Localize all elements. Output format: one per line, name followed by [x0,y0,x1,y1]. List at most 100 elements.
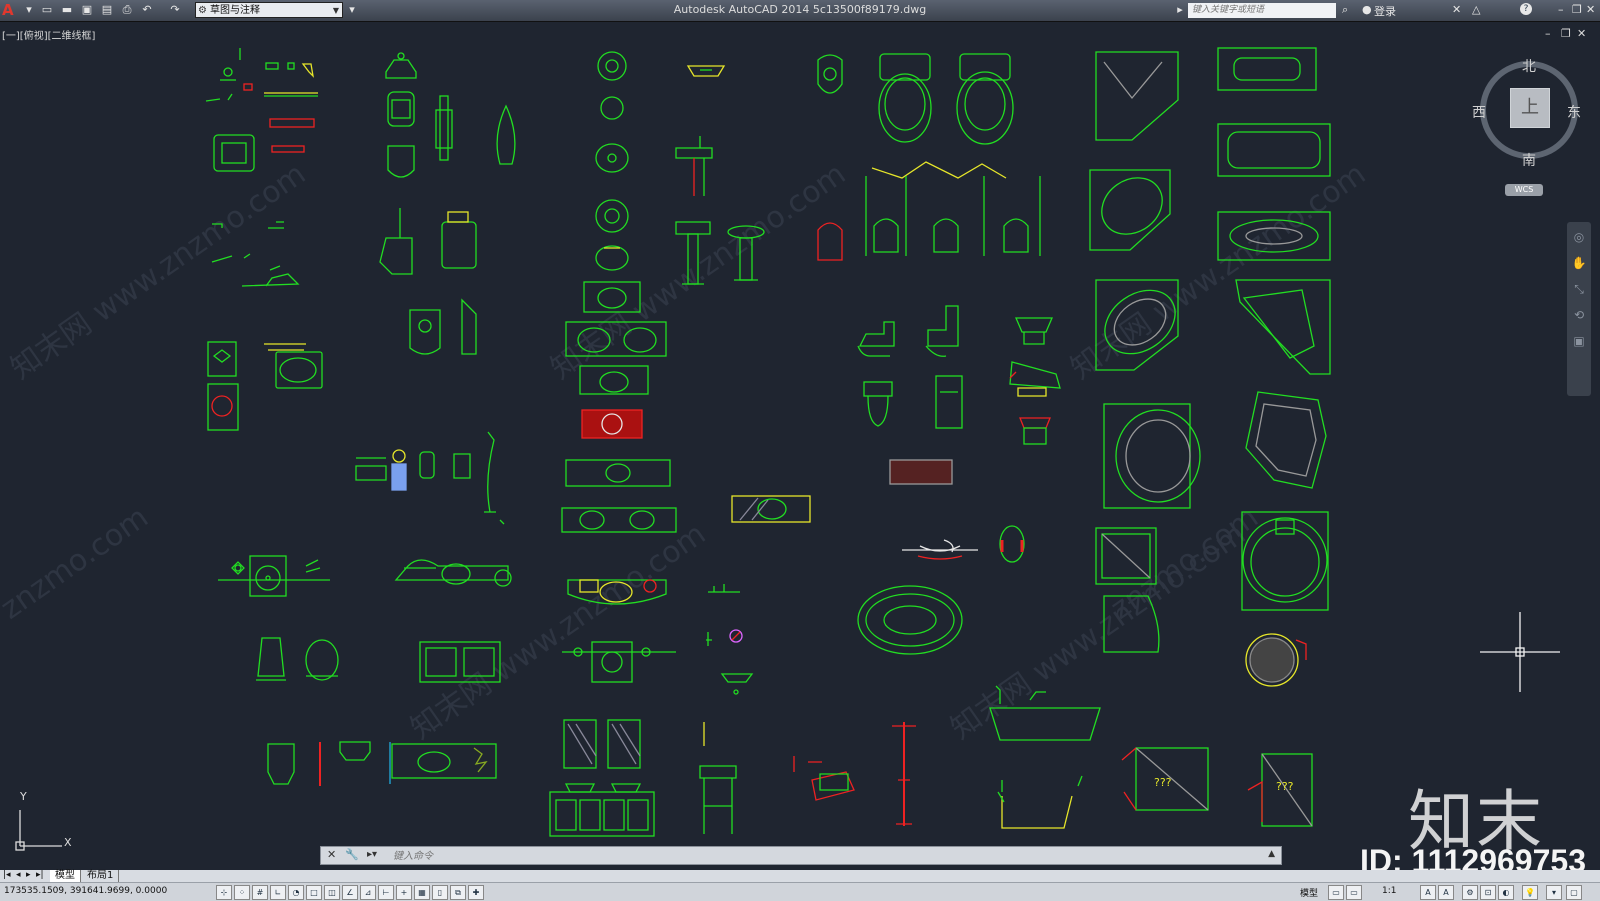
drawing-restore-icon[interactable]: ❐ [1561,27,1571,40]
ucs-icon [15,810,62,851]
bathtub-group[interactable] [989,47,1331,829]
sink-vanity-group[interactable] [549,51,677,837]
plot-icon[interactable]: ⎙ [120,3,134,17]
selection-cycling-icon[interactable]: ⧉ [450,885,466,900]
drawing-canvas[interactable]: 知末网 www.znzmo.com 知末网 www.znzmo.com 知末网 … [0,22,1600,870]
compass-west[interactable]: 西 [1472,102,1486,122]
minimize-window-icon[interactable]: – [1558,3,1564,16]
annotation-monitor-icon[interactable]: ✚ [468,885,484,900]
steering-wheel-icon[interactable]: ◎ [1567,226,1591,248]
infer-constraints-icon[interactable]: ⊹ [216,885,232,900]
workspace-label: 草图与注释 [210,5,260,16]
quick-view-drawings-icon[interactable]: ▭ [1346,885,1362,900]
watermark-text: 知末网 www.znzmo.com [5,157,313,387]
app-menu-arrow-icon[interactable]: ▾ [22,3,36,17]
login-link[interactable]: 登录 [1374,3,1396,19]
3d-object-snap-icon[interactable]: ◫ [324,885,340,900]
status-bar: 173535.1509, 391641.9699, 0.0000 ⊹ ⁘ # ∟… [0,882,1600,901]
save-as-icon[interactable]: ▤ [100,3,114,17]
pan-icon[interactable]: ✋ [1567,252,1591,274]
recent-commands-icon[interactable]: ▸▾ [367,849,377,860]
first-tab-icon[interactable]: |◂ [3,870,11,880]
viewcube[interactable]: 北 南 西 东 上 WCS [1472,56,1581,198]
pedestal-sink-group[interactable] [675,65,811,834]
dynamic-input-icon[interactable]: ⊢ [378,885,394,900]
svg-text:???: ??? [1276,780,1294,793]
save-icon[interactable]: ▣ [80,3,94,17]
next-tab-icon[interactable]: ▸ [26,870,31,880]
restore-window-icon[interactable]: ❐ [1572,3,1582,16]
chevron-down-icon: ▼ [332,6,339,15]
ucs-x-label: X [64,836,72,849]
user-icon[interactable]: ● [1362,3,1372,16]
last-tab-icon[interactable]: ▸| [36,870,44,880]
drawing-close-icon[interactable]: ✕ [1577,27,1586,40]
object-snap-icon[interactable]: □ [306,885,322,900]
dynamic-ucs-icon[interactable]: ⊿ [360,885,376,900]
compass-east[interactable]: 东 [1567,102,1581,122]
zoom-extents-icon[interactable]: ⤡ [1567,278,1591,300]
watermark-text: znzmo.com [1105,500,1265,627]
grid-display-icon[interactable]: # [252,885,268,900]
gear-icon: ⚙ [198,5,207,16]
workspace-switching-icon[interactable]: ⚙ [1462,885,1478,900]
command-input[interactable] [391,848,1255,865]
clean-screen-icon[interactable]: ▢ [1566,885,1582,900]
command-history-arrow-icon[interactable]: ▲ [1268,849,1275,859]
annotation-visibility-icon[interactable]: A [1420,885,1436,900]
workspace-dropdown[interactable]: ⚙ 草图与注释 ▼ [195,2,343,18]
title-bar: A ▾ ▭ ▬ ▣ ▤ ⎙ ↶ ↷ ⚙ 草图与注释 ▼ ▾ Autodesk A… [0,0,1600,22]
exchange-icon[interactable]: ✕ [1452,3,1461,16]
ucs-y-label: Y [20,790,27,803]
ortho-mode-icon[interactable]: ∟ [270,885,286,900]
expand-search-icon[interactable]: ▸ [1173,3,1187,17]
watermark-layer: 知末网 www.znzmo.com 知末网 www.znzmo.com 知末网 … [0,157,1372,747]
model-space-label[interactable]: 模型 [1300,886,1318,899]
object-snap-tracking-icon[interactable]: ∠ [342,885,358,900]
polar-tracking-icon[interactable]: ◔ [288,885,304,900]
viewport-controls-label[interactable]: [一][俯视][二维线框] [2,27,95,42]
status-menu-icon[interactable]: ▾ [1546,885,1562,900]
compass-south[interactable]: 南 [1522,150,1536,170]
close-window-icon[interactable]: ✕ [1586,3,1595,16]
undo-icon[interactable]: ↶ [140,3,154,17]
autocad-logo-icon[interactable]: A [2,1,18,19]
tab-layout1[interactable]: 布局1 [82,870,120,882]
hardware-acceleration-icon[interactable]: ◐ [1498,885,1514,900]
command-line: ✕ 🔧 ▸▾ ▲ [320,846,1282,865]
orbit-icon[interactable]: ⟲ [1567,304,1591,326]
search-input[interactable]: 键入关键字或短语 [1188,3,1336,18]
unknown-label-group: ??? ??? [1154,776,1294,793]
showmotion-icon[interactable]: ▣ [1567,330,1591,352]
snap-mode-icon[interactable]: ⁘ [234,885,250,900]
viewcube-top-face[interactable]: 上 [1510,88,1550,128]
compass-north[interactable]: 北 [1522,56,1536,76]
auto-scale-icon[interactable]: A [1438,885,1454,900]
open-file-icon[interactable]: ▬ [60,3,74,17]
customize-toolbar-icon[interactable]: ▾ [345,3,359,17]
close-command-line-icon[interactable]: ✕ [327,848,336,861]
svg-text:???: ??? [1154,776,1172,789]
lineweight-icon[interactable]: + [396,885,412,900]
customize-command-icon[interactable]: 🔧 [345,848,359,861]
new-file-icon[interactable]: ▭ [40,3,54,17]
watermark-text: 知末网 www.znzmo.com [405,517,713,747]
annotation-scale[interactable]: 1:1 [1382,886,1396,896]
drawing-minimize-icon[interactable]: – [1545,27,1551,40]
lock-icon[interactable]: ⊡ [1480,885,1496,900]
navigation-bar: ◎ ✋ ⤡ ⟲ ▣ [1567,222,1591,396]
isolate-objects-icon[interactable]: 💡 [1522,885,1538,900]
prev-tab-icon[interactable]: ◂ [16,870,21,880]
quick-view-layouts-icon[interactable]: ▭ [1328,885,1344,900]
tab-model[interactable]: 模型 [50,870,81,882]
help-icon[interactable]: ? [1520,3,1532,15]
a360-icon[interactable]: △ [1472,3,1480,16]
cursor-coordinates[interactable]: 173535.1509, 391641.9699, 0.0000 [4,886,167,896]
quick-properties-icon[interactable]: ▯ [432,885,448,900]
watermark-text: znzmo.com [0,500,155,627]
crosshair-cursor [1480,612,1560,692]
wcs-menu[interactable]: WCS [1505,184,1543,196]
redo-icon[interactable]: ↷ [168,3,182,17]
transparency-icon[interactable]: ▦ [414,885,430,900]
binoculars-icon[interactable]: ⌕ [1342,3,1348,17]
